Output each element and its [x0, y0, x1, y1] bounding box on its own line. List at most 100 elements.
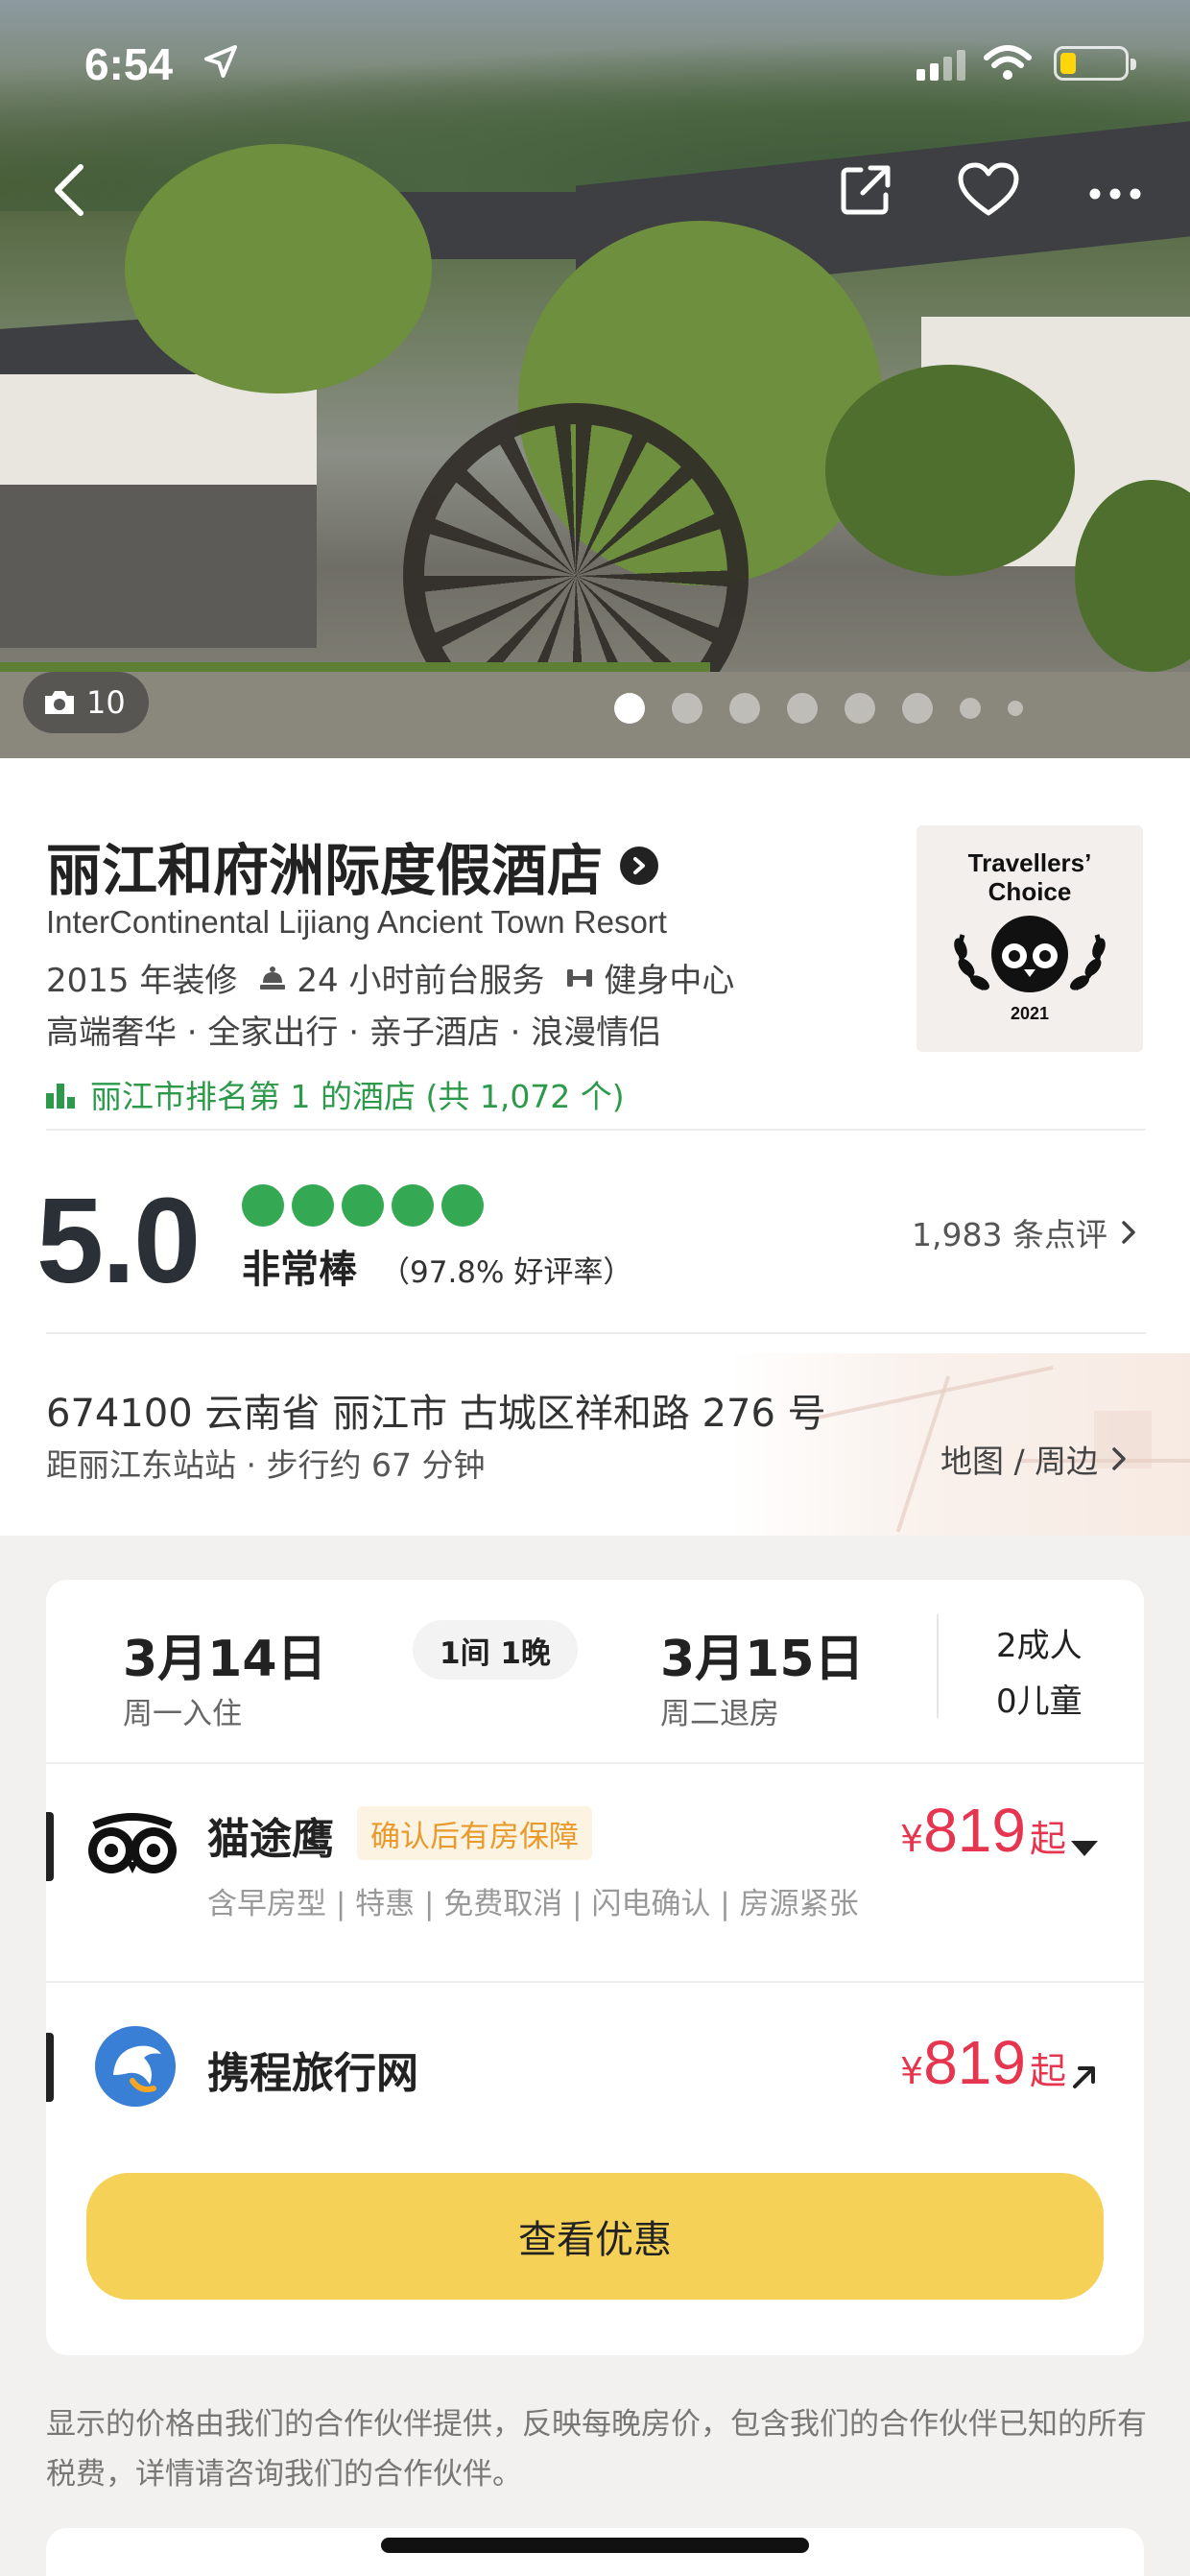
badge-title-line2: Choice [988, 877, 1072, 906]
checkin-date[interactable]: 3月14日 [123, 1618, 327, 1690]
rating-score: 5.0 [36, 1173, 201, 1308]
more-button[interactable] [1077, 155, 1154, 232]
badge-year: 2021 [1010, 1004, 1050, 1023]
checkout-label: 周二退房 [660, 1697, 779, 1731]
share-icon [841, 165, 891, 215]
cellular-signal-icon [916, 50, 965, 81]
chevron-left-icon [55, 164, 83, 216]
pager-dot [614, 693, 645, 724]
rating-bubble [441, 1184, 484, 1227]
map-link-label: 地图 / 周边 [940, 1443, 1099, 1480]
review-count: 1,983 条点评 [912, 1216, 1107, 1253]
provider-price: ¥ 819 起 [900, 1795, 1066, 1866]
pager-dot [902, 693, 933, 724]
chevron-right-circle-icon [620, 847, 659, 885]
front-desk-bell-icon [260, 966, 286, 990]
photo-pager-dots [614, 693, 1023, 724]
chevron-right-icon [1122, 1221, 1135, 1244]
provider-price: ¥ 819 起 [900, 2027, 1066, 2098]
travellers-choice-badge: Travellers’ Choice 2021 [916, 825, 1143, 1052]
hotel-name-en: InterContinental Lijiang Ancient Town Re… [46, 904, 667, 940]
pager-dot [729, 693, 760, 724]
provider-features: 含早房型 | 特惠 | 免费取消 | 闪电确认 | 房源紧张 [207, 1887, 859, 1921]
amenity-label: 健身中心 [604, 962, 735, 1000]
battery-icon [1054, 46, 1136, 81]
divider [937, 1614, 939, 1718]
amenity-front-desk: 24 小时前台服务 [258, 954, 544, 1001]
price-amount: 819 [923, 2028, 1026, 2097]
pager-dot [960, 698, 981, 719]
divider [46, 1129, 1146, 1131]
camera-icon [45, 691, 74, 714]
hotel-name: 丽江和府洲际度假酒店 [46, 838, 604, 903]
photo-count-button[interactable]: 10 [23, 672, 149, 733]
bar-chart-icon [46, 1084, 75, 1109]
home-indicator[interactable] [381, 2538, 809, 2553]
pager-dot [1008, 701, 1023, 716]
hotel-tags: 高端奢华 · 全家出行 · 亲子酒店 · 浪漫情侣 [46, 1014, 662, 1052]
more-dots-icon [1089, 188, 1141, 200]
tripadvisor-laurel-icon [954, 916, 1106, 992]
hero-photo[interactable]: 6:54 10 [0, 0, 1190, 758]
checkin-label: 周一入住 [123, 1697, 242, 1731]
price-suffix: 起 [1029, 2050, 1066, 2092]
provider-row-ctrip[interactable]: 携程旅行网 ¥ 819 起 [46, 1983, 1144, 2175]
wifi-icon [984, 45, 1032, 80]
renovation-year: 2015 年装修 [46, 962, 238, 1000]
photo-count-label: 10 [86, 684, 126, 721]
share-button[interactable] [827, 152, 904, 228]
external-link-arrow-icon [1073, 2066, 1095, 2088]
back-button[interactable] [31, 152, 107, 228]
view-deals-button[interactable]: 查看优惠 [86, 2173, 1104, 2300]
price-disclaimer: 显示的价格由我们的合作伙伴提供，反映每晚房价，包含我们的合作伙伴已知的所有税费，… [46, 2407, 1147, 2492]
guests-selector[interactable]: 2成人 0儿童 [996, 1618, 1083, 1729]
price-currency: ¥ [900, 1818, 924, 1860]
hotel-distance: 距丽江东站站 · 步行约 67 分钟 [46, 1446, 486, 1484]
provider-indicator [46, 2033, 54, 2102]
amenity-gym: 健身中心 [565, 954, 734, 1001]
rating-bubble [392, 1184, 434, 1227]
price-currency: ¥ [900, 2050, 924, 2092]
hero-tree [825, 365, 1075, 576]
heart-icon [958, 162, 1019, 216]
location-arrow-icon [204, 45, 237, 78]
badge-title-line1: Travellers’ [967, 848, 1092, 877]
provider-indicator [46, 1812, 54, 1881]
reviews-link[interactable]: 1,983 条点评 [912, 1209, 1136, 1255]
status-time: 6:54 [84, 39, 174, 89]
provider-row-tripadvisor[interactable]: 猫途鹰 确认后有房保障 含早房型 | 特惠 | 免费取消 | 闪电确认 | 房源… [46, 1764, 1144, 1956]
checkout-date[interactable]: 3月15日 [660, 1618, 865, 1690]
rooms-nights-pill[interactable]: 1间 1晚 [413, 1620, 578, 1680]
hotel-facts: 2015 年装修 24 小时前台服务 健身中心 [46, 954, 734, 1001]
rating-verdict: 非常棒 [242, 1248, 357, 1292]
price-suffix: 起 [1029, 1818, 1066, 1860]
pager-dot [845, 693, 875, 724]
provider-name: 携程旅行网 [207, 2049, 418, 2098]
ranking-label: 丽江市排名第 1 的酒店 (共 1,072 个) [90, 1078, 625, 1115]
adults-count: 2成人 [996, 1627, 1083, 1665]
dumbbell-icon [567, 968, 593, 987]
rating-bubbles [242, 1184, 484, 1227]
rating-positive-rate: （97.8% 好评率） [380, 1255, 633, 1290]
status-bar: 6:54 [0, 0, 1190, 125]
divider [46, 1332, 1146, 1334]
hotel-address: 674100 云南省 丽江市 古城区祥和路 276 号 [46, 1392, 826, 1436]
hotel-title[interactable]: 丽江和府洲际度假酒店 [46, 825, 659, 906]
amenity-label: 24 小时前台服务 [297, 962, 545, 1000]
map-nearby-link[interactable]: 地图 / 周边 [940, 1436, 1127, 1482]
rating-bubble [342, 1184, 384, 1227]
favorite-button[interactable] [950, 152, 1027, 228]
pager-dot [672, 693, 702, 724]
pager-dot [787, 693, 818, 724]
guarantee-badge: 确认后有房保障 [357, 1806, 592, 1860]
caret-down-icon [1071, 1841, 1098, 1856]
hero-tree [125, 144, 432, 394]
provider-name: 猫途鹰 [207, 1815, 334, 1864]
price-amount: 819 [923, 1796, 1026, 1865]
hero-stone-left [0, 485, 317, 648]
rating-bubble [292, 1184, 334, 1227]
tripadvisor-owl-icon [88, 1813, 177, 1873]
children-count: 0儿童 [996, 1682, 1083, 1721]
hotel-ranking[interactable]: 丽江市排名第 1 的酒店 (共 1,072 个) [46, 1071, 625, 1117]
chevron-right-icon [1112, 1447, 1126, 1470]
